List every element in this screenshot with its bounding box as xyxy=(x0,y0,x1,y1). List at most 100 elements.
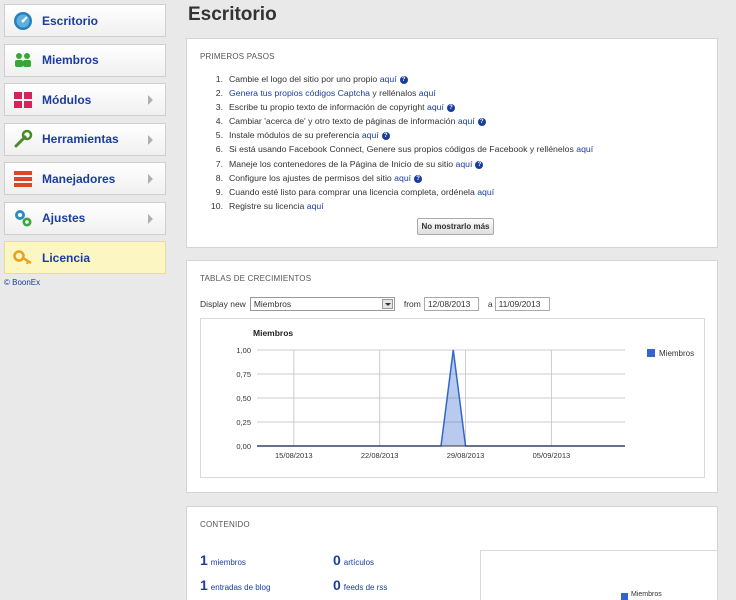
help-icon[interactable]: ? xyxy=(381,132,390,141)
settings-icon xyxy=(13,208,33,228)
x-tick-label: 29/08/2013 xyxy=(447,451,485,460)
sidebar-item-miembros[interactable]: Miembros xyxy=(4,43,166,77)
step-link[interactable]: aquí xyxy=(477,187,494,197)
legend-label: Miembros xyxy=(631,591,662,598)
legend-swatch xyxy=(647,349,655,357)
sidebar-item-label: Herramientas xyxy=(42,132,119,146)
stat-count: 1 xyxy=(200,577,208,593)
y-tick-label: 0,50 xyxy=(236,394,251,403)
help-icon[interactable]: ? xyxy=(399,76,408,84)
y-tick-label: 0,25 xyxy=(236,418,251,427)
display-select[interactable]: Miembros xyxy=(249,297,395,311)
step-link[interactable]: aquí xyxy=(362,130,379,140)
members-icon xyxy=(13,50,33,70)
sidebar-item-escritorio[interactable]: Escritorio xyxy=(4,4,166,37)
y-tick-label: 1,00 xyxy=(236,346,251,355)
help-icon[interactable]: ? xyxy=(477,118,486,127)
chevron-right-icon xyxy=(148,174,153,184)
stat-label: artículos xyxy=(343,558,375,567)
step-link[interactable]: Genera tus propios códigos Captcha xyxy=(229,88,370,98)
content-panel: CONTENIDO 1 miembros 0 artículos 1 entra… xyxy=(186,506,718,600)
handlers-icon xyxy=(13,169,33,189)
help-icon[interactable]: ? xyxy=(475,160,484,169)
from-date-input[interactable]: 12/08/2013 xyxy=(423,297,479,311)
step-link[interactable]: aquí xyxy=(456,159,473,169)
step-number: 6. xyxy=(215,144,223,155)
dashboard-icon xyxy=(13,11,33,31)
step-item: 7. Maneje los contenedores de la Página d… xyxy=(203,157,593,171)
help-icon[interactable]: ? xyxy=(446,104,455,113)
step-link[interactable]: aquí xyxy=(576,144,593,154)
step-number: 3. xyxy=(215,102,223,113)
sidebar-item-label: Miembros xyxy=(42,53,99,67)
dismiss-button[interactable]: No mostrarlo más xyxy=(417,218,494,235)
sidebar-item-manejadores[interactable]: Manejadores xyxy=(4,162,166,195)
step-text: Si está usando Facebook Connect, Genere … xyxy=(229,144,577,155)
chevron-right-icon xyxy=(148,134,153,145)
stat-count: 0 xyxy=(333,552,341,568)
step-item: 8. Configure los ajustes de permisos del … xyxy=(203,171,593,185)
step-text: Instale módulos de su preferencia xyxy=(229,130,362,141)
sidebar-item-label: Escritorio xyxy=(42,13,99,28)
step-number: 9. xyxy=(215,186,223,197)
stat-rss-feeds[interactable]: 0 feeds de rss xyxy=(333,577,387,593)
step-item: 2. Genera tus propios códigos Captcha y r… xyxy=(203,86,593,100)
stat-label: feeds de rss xyxy=(343,583,388,592)
step-link[interactable]: aquí xyxy=(394,173,411,183)
step-text: Escribe tu propio texto de información d… xyxy=(229,102,427,113)
step-link[interactable]: aquí xyxy=(307,201,324,211)
step-number: 10. xyxy=(210,200,223,211)
step-number: 5. xyxy=(215,130,223,141)
sidebar-item-licencia[interactable]: Licencia xyxy=(4,241,166,274)
to-date-input[interactable]: 11/09/2013 xyxy=(494,297,550,311)
stat-blog-entries[interactable]: 1 entradas de blog xyxy=(200,577,270,593)
tools-icon xyxy=(13,129,33,149)
stat-count: 0 xyxy=(333,577,341,593)
sidebar-item-herramientas[interactable]: Herramientas xyxy=(4,122,166,156)
step-text: Maneje los contenedores de la Página de … xyxy=(229,158,456,169)
step-link[interactable]: aquí xyxy=(380,74,397,84)
step-item: 1. Cambie el logo del sitio por uno propi… xyxy=(203,72,593,86)
stat-articles[interactable]: 0 artículos xyxy=(333,552,374,568)
stat-members[interactable]: 1 miembros xyxy=(200,552,246,568)
step-link[interactable]: aquí xyxy=(458,116,475,126)
sidebar: Escritorio Miembros Módulos Herramientas… xyxy=(4,4,166,281)
step-number: 4. xyxy=(215,116,223,127)
step-text: Registre su licencia xyxy=(229,200,307,211)
step-number: 8. xyxy=(215,172,223,183)
display-select-value: Miembros xyxy=(253,299,292,309)
legend-label: Miembros xyxy=(659,349,694,358)
step-link[interactable]: aquí xyxy=(419,88,436,98)
filter-row: Display new Miembros from 12/08/2013 a 1… xyxy=(200,297,550,311)
x-tick-label: 15/08/2013 xyxy=(275,451,313,460)
modules-icon xyxy=(13,90,33,110)
chevron-right-icon xyxy=(148,95,153,105)
growth-chart-svg: Miembros 0,00 0,25 0,50 0,75 1,00 15/08/2013 22… xyxy=(236,328,694,460)
sidebar-item-ajustes[interactable]: Ajustes xyxy=(4,201,166,235)
step-item: 4. Cambiar 'acerca de' y otro texto de pá… xyxy=(203,114,593,128)
step-number: 2. xyxy=(215,88,223,99)
step-item: 3. Escribe tu propio texto de información… xyxy=(203,100,593,114)
from-label: from xyxy=(403,299,421,309)
step-text: Cambie el logo del sitio por uno propio xyxy=(229,74,380,84)
step-item: 6. Si está usando Facebook Connect, Gener… xyxy=(203,142,593,156)
step-item: 10. Registre su licencia aquí xyxy=(203,199,593,213)
step-link[interactable]: aquí xyxy=(427,102,444,112)
step-item: 5. Instale módulos de su preferencia aquí… xyxy=(203,128,593,142)
panel-title: PRIMEROS PASOS xyxy=(200,52,275,61)
panel-title: CONTENIDO xyxy=(200,520,250,529)
steps-list: 1. Cambie el logo del sitio por uno propi… xyxy=(203,72,593,213)
x-tick-label: 05/09/2013 xyxy=(533,451,571,460)
copyright-link[interactable]: © BoonEx xyxy=(4,278,40,287)
sidebar-item-modulos[interactable]: Módulos xyxy=(4,83,166,116)
y-tick-label: 0,00 xyxy=(236,442,251,451)
panel-title: TABLAS DE CRECIMIENTOS xyxy=(200,274,312,283)
step-text: Cambiar 'acerca de' y otro texto de pági… xyxy=(229,116,458,127)
growth-panel: TABLAS DE CRECIMIENTOS Display new Miemb… xyxy=(186,260,718,493)
key-icon xyxy=(13,248,33,268)
step-number: 1. xyxy=(215,74,223,84)
display-label: Display new xyxy=(200,299,246,309)
sidebar-item-label: Manejadores xyxy=(42,171,116,186)
help-icon[interactable]: ? xyxy=(414,174,423,183)
step-text: Configure los ajustes de permisos del si… xyxy=(229,172,395,183)
